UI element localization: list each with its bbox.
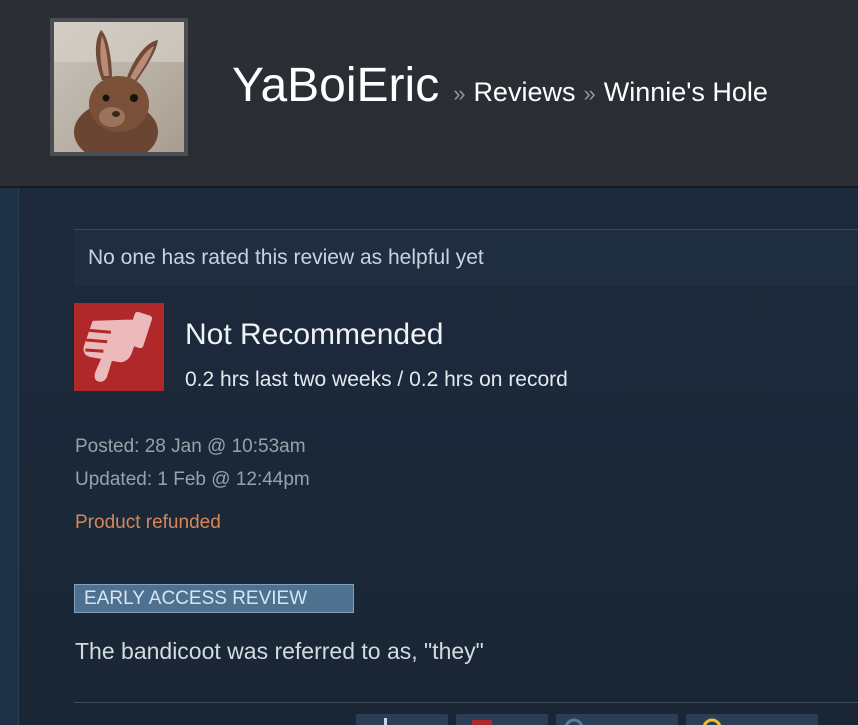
funny-icon <box>565 718 583 725</box>
award-icon <box>702 718 722 725</box>
breadcrumb: YaBoiEric » Reviews » Winnie's Hole <box>232 58 768 113</box>
reviews-link[interactable]: Reviews <box>473 77 575 107</box>
avatar[interactable] <box>50 18 188 156</box>
vote-no-button[interactable] <box>456 714 548 725</box>
breadcrumb-separator: » <box>583 81 596 106</box>
game-link[interactable]: Winnie's Hole <box>604 77 768 107</box>
username-link[interactable]: YaBoiEric <box>232 59 439 112</box>
playtime-hours: 0.2 hrs last two weeks / 0.2 hrs on reco… <box>185 368 568 391</box>
avatar-image <box>54 22 184 152</box>
profile-header: YaBoiEric » Reviews » Winnie's Hole <box>0 0 858 188</box>
helpful-status-text: No one has rated this review as helpful … <box>88 246 484 269</box>
posted-date: Posted: 28 Jan @ 10:53am <box>75 436 306 457</box>
helpful-status-bar: No one has rated this review as helpful … <box>74 229 858 286</box>
thumbs-up-icon <box>384 718 387 725</box>
vote-yes-button[interactable] <box>356 714 448 725</box>
refund-status: Product refunded <box>75 512 221 533</box>
review-page: YaBoiEric » Reviews » Winnie's Hole No one h… <box>0 0 858 725</box>
review-body: The bandicoot was referred to as, "they" <box>75 638 484 664</box>
divider <box>74 702 858 703</box>
breadcrumb-separator: » <box>453 81 466 106</box>
vote-funny-button[interactable] <box>556 714 678 725</box>
left-panel-edge <box>0 188 19 725</box>
updated-date: Updated: 1 Feb @ 12:44pm <box>75 469 310 490</box>
award-button[interactable] <box>686 714 818 725</box>
thumbs-down-icon <box>74 303 164 391</box>
early-access-badge: EARLY ACCESS REVIEW <box>74 584 354 613</box>
recommendation-title: Not Recommended <box>185 318 444 351</box>
thumbs-down-icon <box>472 720 492 725</box>
